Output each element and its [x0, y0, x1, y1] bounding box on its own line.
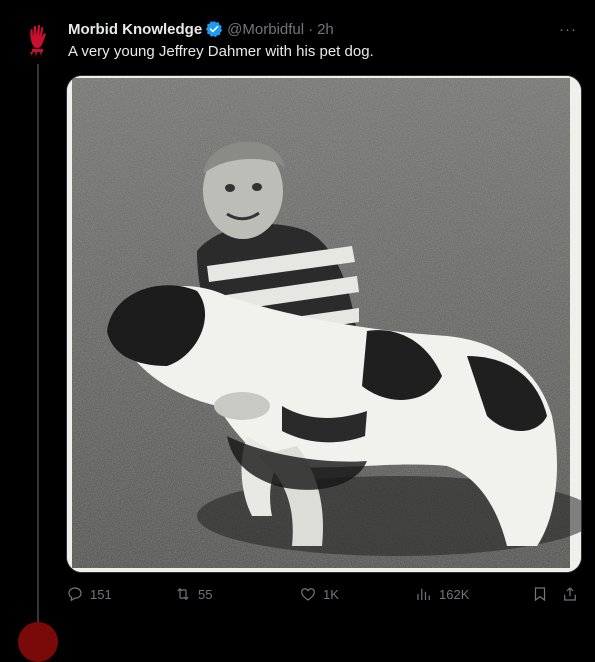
retweet-count: 55 — [198, 586, 213, 602]
author-handle[interactable]: @Morbidful — [227, 21, 304, 38]
verified-badge-icon — [205, 20, 223, 38]
tweet-actions: 151 55 1K 162K — [66, 580, 582, 608]
like-button[interactable]: 1K — [299, 585, 339, 603]
reply-button[interactable]: 151 — [66, 585, 112, 603]
views-icon — [417, 588, 430, 600]
next-tweet-avatar[interactable] — [18, 622, 58, 662]
author-avatar[interactable] — [18, 18, 58, 58]
views-button[interactable]: 162K — [415, 585, 469, 603]
tweet-timestamp[interactable]: 2h — [317, 21, 334, 38]
tweet-header: Morbid Knowledge @Morbidful · 2h ··· — [68, 18, 581, 40]
retweet-button[interactable]: 55 — [174, 585, 212, 603]
tweet-photo[interactable] — [66, 75, 582, 573]
bookmark-button[interactable] — [531, 585, 549, 603]
more-icon[interactable]: ··· — [555, 18, 581, 40]
views-count: 162K — [439, 586, 470, 602]
dahmer-dog-photo — [67, 76, 581, 572]
author-name[interactable]: Morbid Knowledge — [68, 21, 202, 38]
share-icon — [564, 587, 576, 601]
thread-line — [37, 64, 39, 630]
share-button[interactable] — [561, 585, 579, 603]
reply-count: 151 — [90, 586, 112, 602]
retweet-icon — [177, 587, 189, 601]
like-count: 1K — [323, 586, 339, 602]
red-handprint-avatar-icon — [18, 18, 58, 58]
tweet-text: A very young Jeffrey Dahmer with his pet… — [68, 43, 374, 60]
reply-icon — [68, 587, 82, 602]
heart-icon — [301, 588, 315, 601]
header-separator: · — [308, 20, 314, 38]
bookmark-icon — [534, 587, 546, 602]
